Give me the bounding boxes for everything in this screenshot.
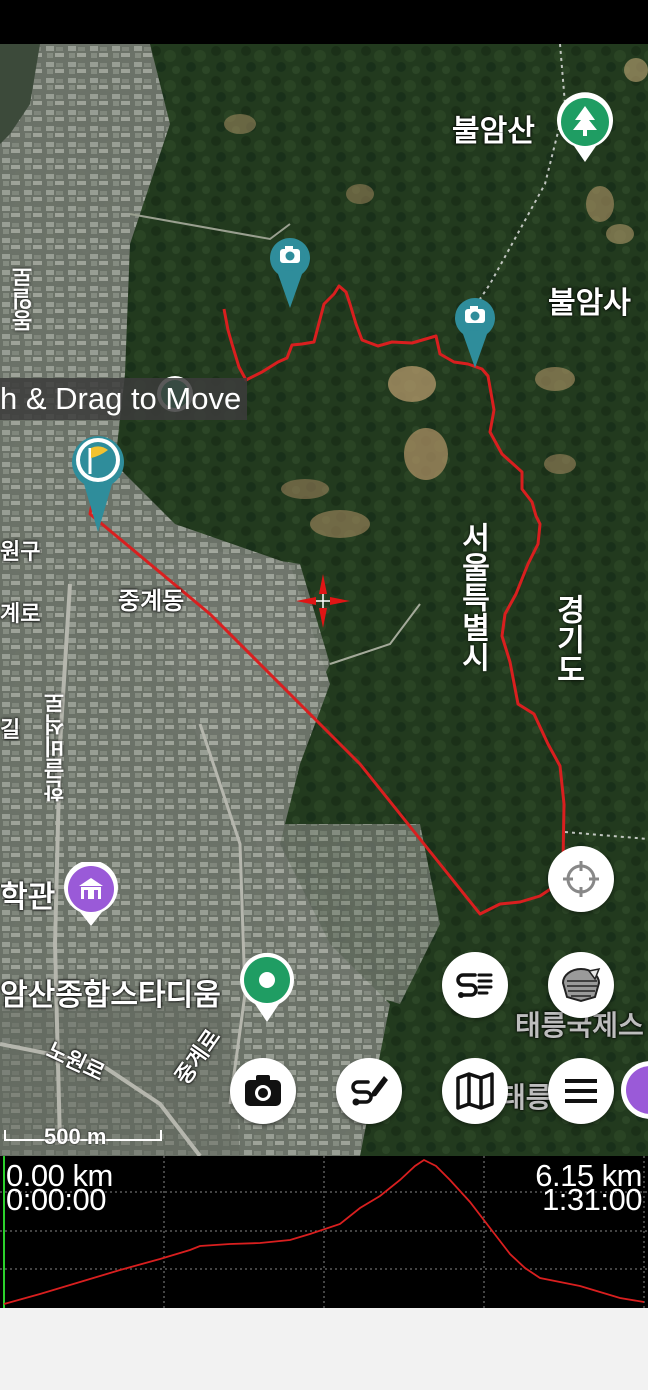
place-pin-icon bbox=[240, 952, 294, 1022]
locate-button[interactable] bbox=[548, 846, 614, 912]
start-time: 0:00:00 bbox=[6, 1182, 106, 1217]
label-gil: 길 bbox=[0, 717, 21, 742]
scale-label: 500 m bbox=[44, 1124, 107, 1149]
label-hangeulbiseokro: 한글비석로 bbox=[43, 692, 68, 802]
poi-mountain-marker[interactable] bbox=[554, 92, 616, 169]
bottom-bar bbox=[0, 1308, 648, 1390]
building-icon bbox=[621, 1061, 648, 1119]
label-hakgwan: 학관 bbox=[0, 881, 56, 914]
start-flag-marker[interactable] bbox=[70, 432, 126, 537]
menu-button[interactable] bbox=[548, 1058, 614, 1124]
label-bulamsa: 불암사 bbox=[548, 287, 631, 320]
photo-waypoint-marker[interactable] bbox=[268, 234, 312, 313]
poi-purple-marker[interactable] bbox=[620, 1060, 648, 1131]
label-wongu: 원구 bbox=[0, 539, 41, 564]
layers-button[interactable] bbox=[548, 952, 614, 1018]
layers-icon bbox=[561, 967, 601, 1003]
label-seoul: 서울특별시 bbox=[456, 522, 489, 672]
map-button[interactable] bbox=[442, 1058, 508, 1124]
route-edit-button[interactable] bbox=[336, 1058, 402, 1124]
poi-green-marker[interactable] bbox=[238, 952, 296, 1029]
status-bar bbox=[0, 0, 648, 44]
label-stadium: 암산종합스타디움 bbox=[0, 979, 221, 1012]
route-list-icon bbox=[456, 973, 493, 998]
camera-button[interactable] bbox=[230, 1058, 296, 1124]
poi-building-marker[interactable] bbox=[62, 860, 120, 933]
camera-pin-icon bbox=[270, 238, 310, 308]
drag-hint-toast: h & Drag to Move bbox=[0, 378, 248, 420]
label-gyero: 계로 bbox=[0, 601, 41, 626]
label-dongilro: 동일로 bbox=[11, 266, 36, 332]
route-list-button[interactable] bbox=[442, 952, 508, 1018]
map-view[interactable]: 불암산 불암사 서울특별시 경기도 중계동 암산종합스타디움 학관 노원로 중계… bbox=[0, 44, 648, 1156]
label-gyeonggi: 경기도 bbox=[551, 594, 584, 684]
camera-icon bbox=[245, 1075, 281, 1106]
camera-pin-icon bbox=[455, 298, 495, 368]
crosshair-icon bbox=[563, 861, 599, 897]
route-edit-icon bbox=[351, 1076, 388, 1106]
photo-waypoint-marker[interactable] bbox=[453, 294, 497, 373]
end-time: 1:31:00 bbox=[542, 1182, 642, 1217]
crosshair-icon bbox=[296, 574, 350, 628]
building-icon bbox=[64, 860, 118, 926]
map-icon bbox=[456, 1072, 494, 1110]
label-bulamsan: 불암산 bbox=[452, 115, 535, 148]
flag-pin-icon bbox=[72, 436, 124, 532]
map-center-crosshair bbox=[294, 572, 352, 635]
label-junggye: 중계동 bbox=[118, 588, 185, 615]
menu-icon bbox=[565, 1079, 597, 1103]
label-taereung2: 태릉 bbox=[500, 1082, 552, 1113]
elevation-profile[interactable]: 0.00 km 0:00:00 6.15 km 1:31:00 bbox=[0, 1156, 648, 1308]
tree-icon bbox=[557, 92, 613, 162]
